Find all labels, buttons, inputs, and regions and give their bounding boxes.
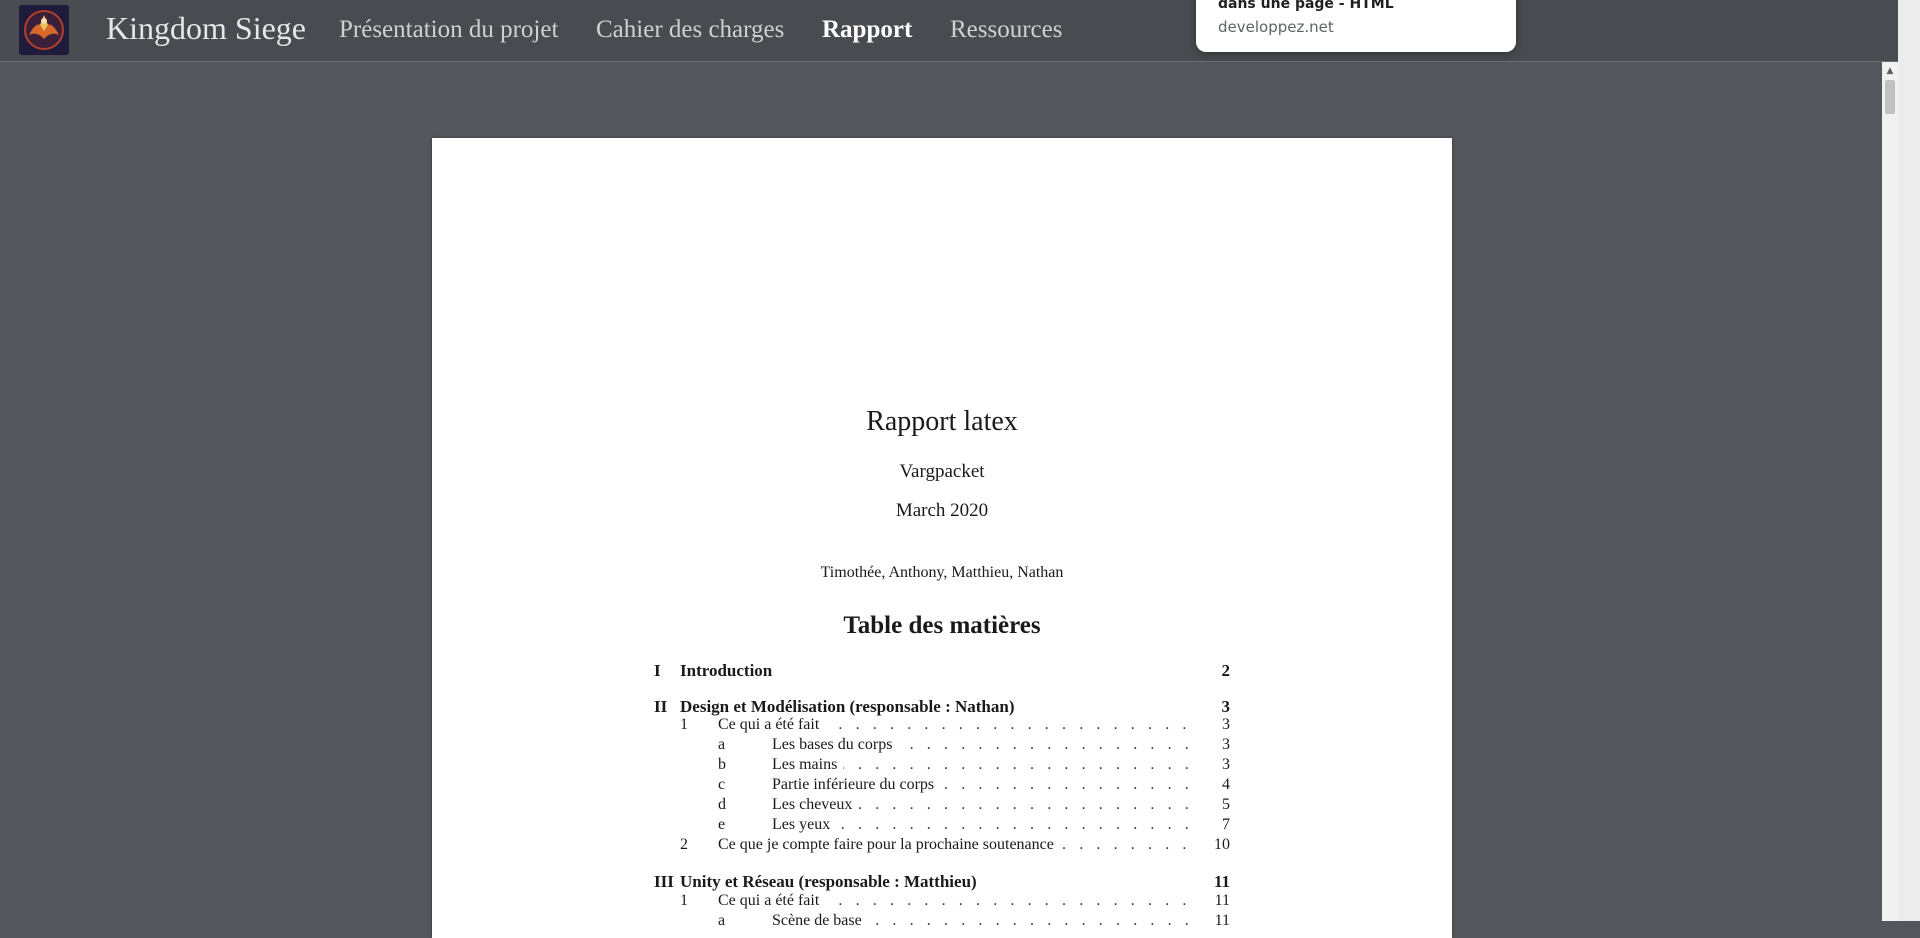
toc-entry-page[interactable]: 11 xyxy=(1215,892,1230,910)
toc-entry-number: III xyxy=(654,872,674,891)
window-edge xyxy=(1898,0,1920,921)
toc-entry-page[interactable]: 11 xyxy=(1214,872,1230,892)
toc-entry-title[interactable]: Ce que je compte faire pour la prochaine… xyxy=(718,836,1060,854)
toc-entry-page[interactable]: 4 xyxy=(1222,776,1230,794)
toc-entry[interactable]: III Unity et Réseau (responsable : Matthi… xyxy=(654,872,1230,892)
toc-entry[interactable]: 1 Ce qui a été fait . . . . . . . . . . .… xyxy=(654,892,1230,912)
toc-entry-number: 1 xyxy=(680,892,688,909)
toc-entry-number: II xyxy=(654,697,668,716)
toc-entry-number: c xyxy=(718,776,726,793)
toc-entry-page[interactable]: 3 xyxy=(1222,756,1230,774)
toc-entry-number: a xyxy=(718,912,726,929)
toc-entry-title[interactable]: Les cheveux xyxy=(772,796,859,814)
link-preview-popover[interactable]: dans une page - HTML developpez.net xyxy=(1196,0,1516,52)
nav-item-cahier-des-charges[interactable]: Cahier des charges xyxy=(596,16,784,44)
nav-item-rapport[interactable]: Rapport xyxy=(822,16,912,44)
toc-entry[interactable]: d Les cheveux . . . . . . . . . . . . . .… xyxy=(654,796,1230,816)
toc-entry[interactable]: 1 Ce qui a été fait . . . . . . . . . . .… xyxy=(654,716,1230,736)
toc-entry-page[interactable]: 11 xyxy=(1215,912,1230,930)
toc-entry-number: a xyxy=(718,736,726,753)
toc-entry[interactable]: a Les bases du corps . . . . . . . . . . … xyxy=(654,736,1230,756)
toc-entry-number: I xyxy=(654,661,661,680)
toc-entry[interactable]: e Les yeux . . . . . . . . . . . . . . . … xyxy=(654,816,1230,836)
toc-title: Table des matières xyxy=(843,612,1041,639)
document-page: Rapport latex Vargpacket March 2020 Timo… xyxy=(432,138,1452,938)
toc-entry[interactable]: c Partie inférieure du corps . . . . . . … xyxy=(654,776,1230,796)
toc-entry-number: 1 xyxy=(680,716,688,733)
toc-entry-title[interactable]: Ce qui a été fait xyxy=(718,716,826,734)
site-logo-icon[interactable] xyxy=(19,5,69,55)
toc-entry[interactable]: II Design et Modélisation (responsable : … xyxy=(654,697,1230,717)
toc-entry-page[interactable]: 10 xyxy=(1214,836,1230,854)
document-date: March 2020 xyxy=(895,500,989,521)
brand-title[interactable]: Kingdom Siege xyxy=(106,10,306,47)
scroll-up-arrow-icon[interactable]: ▲ xyxy=(1882,64,1898,78)
toc-entry-number: e xyxy=(718,816,726,833)
toc-entry-page[interactable]: 3 xyxy=(1222,697,1231,717)
toc-entry-title[interactable]: Introduction xyxy=(680,661,779,681)
toc-entry-page[interactable]: 3 xyxy=(1222,716,1230,734)
popover-domain: developpez.net xyxy=(1218,18,1334,36)
toc-entry-title[interactable]: Les yeux xyxy=(772,816,837,834)
toc-entry-title[interactable]: Partie inférieure du corps xyxy=(772,776,941,794)
top-navbar: Kingdom Siege Présentation du projet Cah… xyxy=(0,0,1920,62)
toc-entry-title[interactable]: Scène de base xyxy=(772,912,868,930)
scroll-thumb[interactable] xyxy=(1885,80,1895,114)
popover-title: dans une page - HTML xyxy=(1218,0,1394,12)
toc-entry-title[interactable]: Unity et Réseau (responsable : Matthieu) xyxy=(680,872,983,892)
toc-entry[interactable]: b Les mains . . . . . . . . . . . . . . .… xyxy=(654,756,1230,776)
toc-entry-title[interactable]: Ce qui a été fait xyxy=(718,892,826,910)
document-authors: Timothée, Anthony, Matthieu, Nathan xyxy=(820,564,1064,581)
toc-entry-title[interactable]: Design et Modélisation (responsable : Na… xyxy=(680,697,1021,717)
nav-item-ressources[interactable]: Ressources xyxy=(950,16,1062,44)
vertical-scrollbar[interactable]: ▲ xyxy=(1882,62,1898,921)
toc-entry-page[interactable]: 5 xyxy=(1222,796,1230,814)
toc-entry-page[interactable]: 2 xyxy=(1222,661,1231,681)
toc-entry-title[interactable]: Les bases du corps xyxy=(772,736,899,754)
document-title: Rapport latex xyxy=(866,406,1018,437)
toc-entry-page[interactable]: 7 xyxy=(1222,816,1230,834)
toc-entry-page[interactable]: 3 xyxy=(1222,736,1230,754)
toc-entry[interactable]: 2 Ce que je compte faire pour la prochain… xyxy=(654,836,1230,856)
toc-entry-number: d xyxy=(718,796,726,813)
toc-entry[interactable]: I Introduction 2 xyxy=(654,661,1230,681)
nav-item-presentation[interactable]: Présentation du projet xyxy=(339,16,558,44)
toc-entry-title[interactable]: Les mains xyxy=(772,756,844,774)
toc-entry[interactable]: a Scène de base . . . . . . . . . . . . .… xyxy=(654,912,1230,932)
document-author: Vargpacket xyxy=(899,461,985,482)
toc-entry-number: b xyxy=(718,756,726,773)
toc-entry-number: 2 xyxy=(680,836,688,853)
